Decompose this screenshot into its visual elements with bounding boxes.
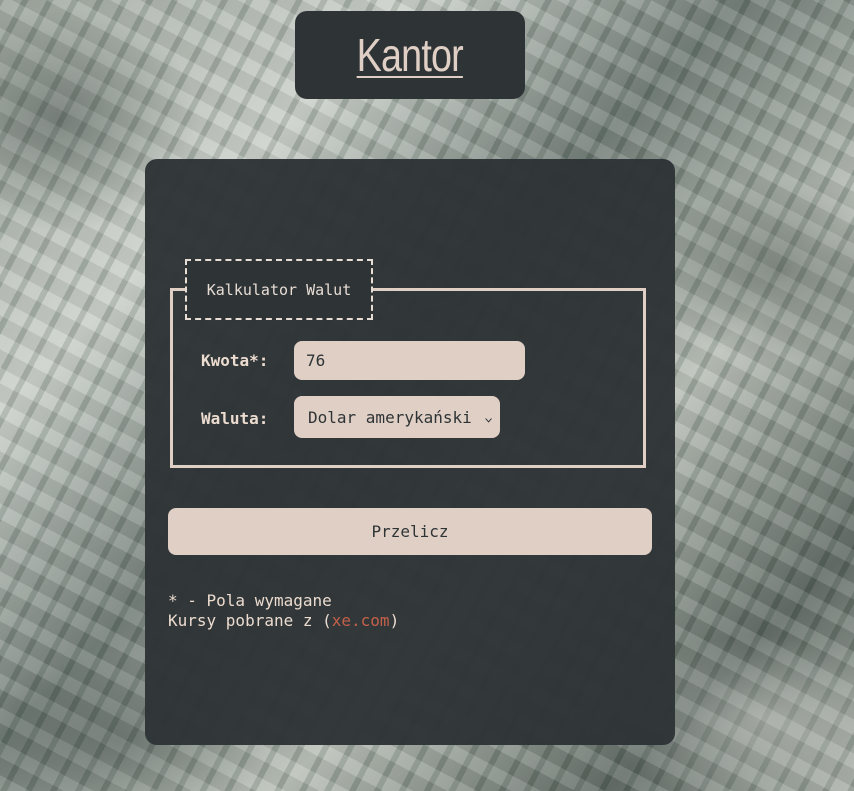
currency-label: Waluta:: [201, 409, 269, 428]
required-fields-note: * - Pola wymagane: [168, 591, 332, 610]
currency-select[interactable]: Dolar amerykański ⌄: [294, 396, 500, 438]
xe-link[interactable]: xe.com: [332, 611, 390, 630]
page-title-link[interactable]: Kantor: [357, 28, 464, 82]
fieldset-legend: Kalkulator Walut: [185, 259, 373, 320]
chevron-down-icon: ⌄: [483, 410, 494, 424]
rates-source-suffix: ): [389, 611, 400, 630]
rates-source-note: Kursy pobrane z (xe.com): [168, 611, 399, 631]
convert-button[interactable]: Przelicz: [168, 508, 652, 555]
amount-label: Kwota*:: [201, 351, 269, 370]
rates-source-prefix: Kursy pobrane z (: [168, 611, 332, 630]
amount-input[interactable]: [294, 341, 525, 380]
currency-select-value: Dolar amerykański: [308, 407, 472, 427]
calculator-panel: Kalkulator Walut Kwota*: Waluta: Dolar a…: [145, 159, 675, 745]
footer-notes: * - Pola wymagane Kursy pobrane z (xe.co…: [168, 591, 399, 631]
header-box: Kantor: [295, 11, 525, 99]
convert-button-label: Przelicz: [371, 522, 449, 541]
